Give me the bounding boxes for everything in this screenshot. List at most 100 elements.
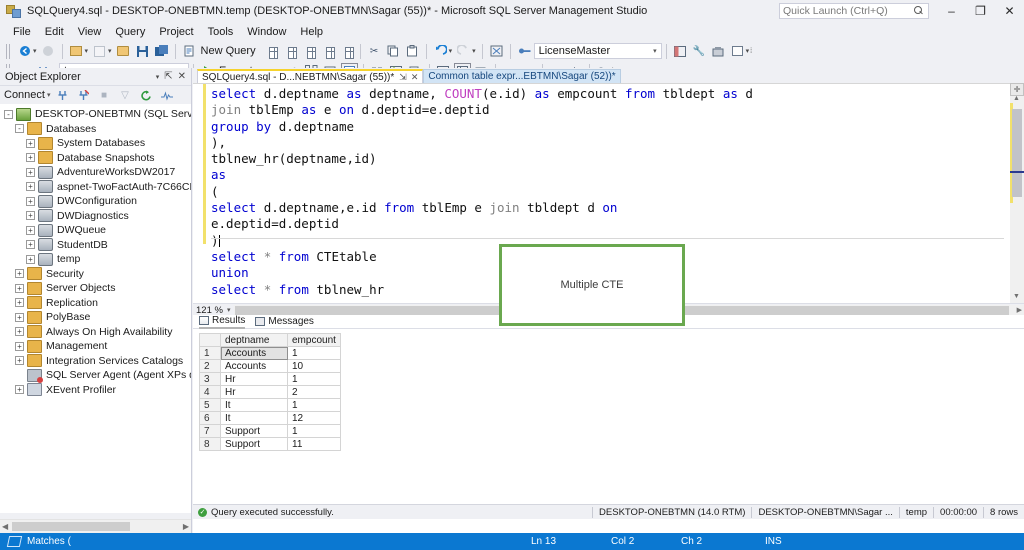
object-explorer-toggle-icon[interactable] bbox=[672, 43, 689, 60]
expand-toggle-icon[interactable]: + bbox=[26, 153, 35, 163]
menu-item-edit[interactable]: Edit bbox=[38, 25, 71, 39]
expand-toggle-icon[interactable]: + bbox=[26, 196, 35, 206]
new-project-dropdown-icon[interactable]: ▾ bbox=[85, 47, 89, 55]
expand-toggle-icon[interactable]: + bbox=[15, 341, 24, 351]
quick-launch-input[interactable]: Quick Launch (Ctrl+Q) bbox=[779, 3, 929, 19]
tree-node[interactable]: + Security bbox=[0, 267, 191, 282]
cell-empcount[interactable]: 1 bbox=[287, 346, 341, 360]
license-key-icon[interactable] bbox=[516, 43, 533, 60]
refresh-icon[interactable] bbox=[138, 87, 155, 104]
new-sql-ce-query-icon[interactable] bbox=[338, 43, 355, 60]
menu-item-view[interactable]: View bbox=[71, 25, 109, 39]
activity-monitor-icon[interactable] bbox=[159, 87, 176, 104]
new-item-dropdown-icon[interactable]: ▾ bbox=[108, 47, 112, 55]
tab-common-table-expr[interactable]: Common table expr...EBTMN\Sagar (52))* bbox=[423, 69, 621, 83]
cell-empcount[interactable]: 12 bbox=[287, 411, 341, 425]
copy-icon[interactable] bbox=[385, 43, 402, 60]
new-analysis-services-mdx-query-icon[interactable] bbox=[281, 43, 298, 60]
collapse-toggle-icon[interactable]: - bbox=[4, 109, 13, 119]
disconnect-server-icon[interactable] bbox=[75, 87, 92, 104]
tree-node[interactable]: - DESKTOP-ONEBTMN (SQL Server 14.0.2027.2… bbox=[0, 107, 191, 122]
cell-deptname[interactable]: Accounts bbox=[220, 346, 288, 360]
table-row[interactable]: 2 Accounts 10 bbox=[199, 359, 341, 373]
menu-item-query[interactable]: Query bbox=[108, 25, 152, 39]
expand-toggle-icon[interactable]: + bbox=[26, 182, 35, 192]
menu-item-file[interactable]: File bbox=[6, 25, 38, 39]
close-button[interactable]: ✕ bbox=[995, 0, 1024, 22]
back-dropdown-icon[interactable]: ▾ bbox=[33, 47, 37, 55]
row-number-cell[interactable]: 7 bbox=[199, 424, 221, 438]
menu-item-tools[interactable]: Tools bbox=[201, 25, 241, 39]
cell-empcount[interactable]: 10 bbox=[287, 359, 341, 373]
registered-servers-icon[interactable] bbox=[488, 43, 505, 60]
new-analysis-services-dmx-query-icon[interactable] bbox=[300, 43, 317, 60]
toolbar-grip[interactable] bbox=[6, 43, 12, 59]
open-file-icon[interactable] bbox=[115, 43, 132, 60]
cell-deptname[interactable]: Accounts bbox=[220, 359, 288, 373]
license-combo[interactable]: LicenseMaster ▾ bbox=[533, 43, 662, 59]
editor-vscrollbar[interactable]: ▲ ▼ bbox=[1010, 83, 1024, 303]
column-header[interactable]: empcount bbox=[287, 333, 341, 347]
other-windows-icon[interactable] bbox=[729, 43, 746, 60]
save-all-icon[interactable] bbox=[153, 43, 170, 60]
table-row[interactable]: 1 Accounts 1 bbox=[199, 346, 341, 360]
editor-scroll-thumb[interactable] bbox=[1012, 109, 1022, 197]
cell-deptname[interactable]: Hr bbox=[220, 372, 288, 386]
cell-empcount[interactable]: 1 bbox=[287, 398, 341, 412]
editor-zoom-chevron-down-icon[interactable]: ▾ bbox=[223, 306, 235, 314]
expand-toggle-icon[interactable]: + bbox=[15, 283, 24, 293]
expand-toggle-icon[interactable]: + bbox=[15, 327, 24, 337]
tab-messages[interactable]: Messages bbox=[255, 316, 314, 328]
row-number-cell[interactable]: 4 bbox=[199, 385, 221, 399]
editor-scroll-down-icon[interactable]: ▼ bbox=[1013, 293, 1020, 300]
other-windows-dropdown-icon[interactable]: ▾ bbox=[746, 47, 750, 55]
properties-window-icon[interactable]: 🔧 bbox=[691, 43, 708, 60]
expand-toggle-icon[interactable]: + bbox=[26, 254, 35, 264]
table-row[interactable]: 6 It 12 bbox=[199, 411, 341, 425]
tree-node[interactable]: + DWConfiguration bbox=[0, 194, 191, 209]
new-analysis-services-xmla-query-icon[interactable] bbox=[319, 43, 336, 60]
tab-close-icon[interactable]: ✕ bbox=[411, 72, 419, 83]
expand-toggle-icon[interactable]: + bbox=[26, 240, 35, 250]
row-number-cell[interactable]: 6 bbox=[199, 411, 221, 425]
oe-scroll-thumb[interactable] bbox=[12, 522, 130, 531]
expand-toggle-icon[interactable]: + bbox=[15, 298, 24, 308]
expand-toggle-icon[interactable]: + bbox=[26, 167, 35, 177]
menu-item-window[interactable]: Window bbox=[240, 25, 293, 39]
expand-toggle-icon[interactable]: + bbox=[15, 312, 24, 322]
column-header[interactable]: deptname bbox=[220, 333, 288, 347]
expand-toggle-icon[interactable]: + bbox=[26, 211, 35, 221]
row-number-cell[interactable]: 1 bbox=[199, 346, 221, 360]
new-query-label[interactable]: New Query bbox=[199, 45, 261, 57]
connect-server-icon[interactable] bbox=[54, 87, 71, 104]
expand-toggle-icon[interactable]: + bbox=[26, 138, 35, 148]
new-query-icon[interactable] bbox=[181, 43, 198, 60]
menu-item-project[interactable]: Project bbox=[152, 25, 200, 39]
object-explorer-close-icon[interactable]: ✕ bbox=[178, 71, 186, 82]
window-menu-chevron-down-icon[interactable]: ▾ bbox=[156, 73, 160, 81]
table-row[interactable]: 8 Support 11 bbox=[199, 437, 341, 451]
cell-empcount[interactable]: 1 bbox=[287, 372, 341, 386]
cell-empcount[interactable]: 2 bbox=[287, 385, 341, 399]
row-number-cell[interactable]: 2 bbox=[199, 359, 221, 373]
results-grid[interactable]: deptname empcount 1 Accounts 1 2 Accounts 10 3 Hr… bbox=[199, 333, 341, 451]
table-row[interactable]: 7 Support 1 bbox=[199, 424, 341, 438]
editor-hscroll-right-icon[interactable]: ▶ bbox=[1017, 306, 1022, 314]
undo-icon[interactable] bbox=[432, 43, 449, 60]
license-chevron-down-icon[interactable]: ▾ bbox=[653, 47, 661, 55]
cell-deptname[interactable]: Hr bbox=[220, 385, 288, 399]
tree-node[interactable]: + Database Snapshots bbox=[0, 151, 191, 166]
row-number-cell[interactable]: 8 bbox=[199, 437, 221, 451]
connect-label[interactable]: Connect bbox=[4, 89, 45, 101]
collapse-toggle-icon[interactable]: - bbox=[15, 124, 24, 134]
cut-icon[interactable]: ✂ bbox=[366, 43, 383, 60]
tree-node[interactable]: + DWQueue bbox=[0, 223, 191, 238]
cell-deptname[interactable]: It bbox=[220, 398, 288, 412]
restore-button[interactable]: ❐ bbox=[966, 0, 995, 22]
tree-node[interactable]: + XEvent Profiler bbox=[0, 383, 191, 398]
expand-toggle-icon[interactable]: + bbox=[26, 225, 35, 235]
tab-results[interactable]: Results bbox=[199, 315, 246, 329]
expand-toggle-icon[interactable]: + bbox=[15, 269, 24, 279]
tree-node[interactable]: + DWDiagnostics bbox=[0, 209, 191, 224]
connect-chevron-down-icon[interactable]: ▾ bbox=[47, 91, 51, 99]
